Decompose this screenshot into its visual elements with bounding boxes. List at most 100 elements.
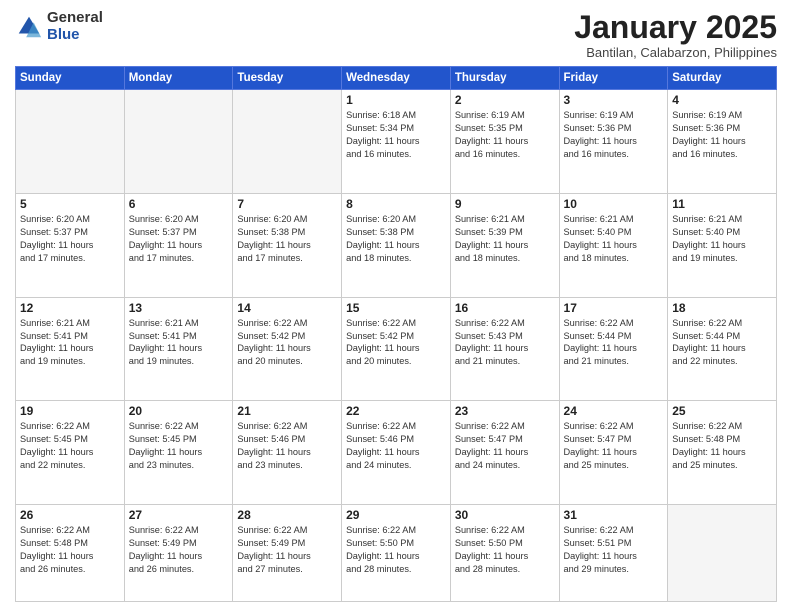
table-row: 29 Sunrise: 6:22 AM Sunset: 5:50 PM Dayli…: [342, 505, 451, 602]
table-row: 13 Sunrise: 6:21 AM Sunset: 5:41 PM Dayli…: [124, 297, 233, 401]
day-number: 15: [346, 301, 446, 315]
day-number: 24: [564, 404, 664, 418]
table-row: 30 Sunrise: 6:22 AM Sunset: 5:50 PM Dayli…: [450, 505, 559, 602]
day-info: Sunrise: 6:21 AM Sunset: 5:40 PM Dayligh…: [564, 213, 664, 265]
table-row: 7 Sunrise: 6:20 AM Sunset: 5:38 PM Daylig…: [233, 193, 342, 297]
table-row: 4 Sunrise: 6:19 AM Sunset: 5:36 PM Daylig…: [668, 90, 777, 194]
day-info: Sunrise: 6:22 AM Sunset: 5:48 PM Dayligh…: [20, 524, 120, 576]
table-row: 24 Sunrise: 6:22 AM Sunset: 5:47 PM Dayli…: [559, 401, 668, 505]
table-row: 25 Sunrise: 6:22 AM Sunset: 5:48 PM Dayli…: [668, 401, 777, 505]
table-row: 20Sunrise: 6:22 AM Sunset: 5:45 PM Dayli…: [124, 401, 233, 505]
day-info: Sunrise: 6:22 AM Sunset: 5:48 PM Dayligh…: [672, 420, 772, 472]
day-info: Sunrise: 6:22 AM Sunset: 5:45 PM Dayligh…: [129, 420, 229, 472]
table-row: 10 Sunrise: 6:21 AM Sunset: 5:40 PM Dayli…: [559, 193, 668, 297]
col-sunday: Sunday: [16, 67, 125, 90]
col-wednesday: Wednesday: [342, 67, 451, 90]
day-info: Sunrise: 6:22 AM Sunset: 5:50 PM Dayligh…: [346, 524, 446, 576]
table-row: 22Sunrise: 6:22 AM Sunset: 5:46 PM Dayli…: [342, 401, 451, 505]
day-number: 9: [455, 197, 555, 211]
day-number: 1: [346, 93, 446, 107]
table-row: [124, 90, 233, 194]
day-info: Sunrise: 6:22 AM Sunset: 5:50 PM Dayligh…: [455, 524, 555, 576]
day-number: 4: [672, 93, 772, 107]
logo-general-text: General: [47, 10, 103, 27]
day-info: Sunrise: 6:21 AM Sunset: 5:41 PM Dayligh…: [129, 317, 229, 369]
table-row: 27 Sunrise: 6:22 AM Sunset: 5:49 PM Dayli…: [124, 505, 233, 602]
day-info: Sunrise: 6:22 AM Sunset: 5:42 PM Dayligh…: [237, 317, 337, 369]
day-number: 25: [672, 404, 772, 418]
table-row: 21Sunrise: 6:22 AM Sunset: 5:46 PM Dayli…: [233, 401, 342, 505]
day-number: 28: [237, 508, 337, 522]
table-row: 12Sunrise: 6:21 AM Sunset: 5:41 PM Dayli…: [16, 297, 125, 401]
day-info: Sunrise: 6:21 AM Sunset: 5:40 PM Dayligh…: [672, 213, 772, 265]
day-number: 11: [672, 197, 772, 211]
day-number: 3: [564, 93, 664, 107]
day-number: 10: [564, 197, 664, 211]
table-row: 16Sunrise: 6:22 AM Sunset: 5:43 PM Dayli…: [450, 297, 559, 401]
day-number: 31: [564, 508, 664, 522]
day-number: 26: [20, 508, 120, 522]
day-number: 30: [455, 508, 555, 522]
day-number: 19: [20, 404, 120, 418]
day-info: Sunrise: 6:19 AM Sunset: 5:36 PM Dayligh…: [564, 109, 664, 161]
day-number: 27: [129, 508, 229, 522]
logo-blue-text: Blue: [47, 27, 103, 44]
table-row: 14 Sunrise: 6:22 AM Sunset: 5:42 PM Dayli…: [233, 297, 342, 401]
day-info: Sunrise: 6:20 AM Sunset: 5:38 PM Dayligh…: [237, 213, 337, 265]
table-row: 23Sunrise: 6:22 AM Sunset: 5:47 PM Dayli…: [450, 401, 559, 505]
col-monday: Monday: [124, 67, 233, 90]
day-info: Sunrise: 6:22 AM Sunset: 5:46 PM Dayligh…: [346, 420, 446, 472]
logo-text: General Blue: [47, 10, 103, 43]
day-info: Sunrise: 6:19 AM Sunset: 5:36 PM Dayligh…: [672, 109, 772, 161]
location: Bantilan, Calabarzon, Philippines: [574, 45, 777, 60]
day-number: 14: [237, 301, 337, 315]
calendar-week-row: 19 Sunrise: 6:22 AM Sunset: 5:45 PM Dayli…: [16, 401, 777, 505]
day-info: Sunrise: 6:20 AM Sunset: 5:38 PM Dayligh…: [346, 213, 446, 265]
col-thursday: Thursday: [450, 67, 559, 90]
day-info: Sunrise: 6:22 AM Sunset: 5:42 PM Dayligh…: [346, 317, 446, 369]
calendar-table: Sunday Monday Tuesday Wednesday Thursday…: [15, 66, 777, 602]
table-row: 8Sunrise: 6:20 AM Sunset: 5:38 PM Daylig…: [342, 193, 451, 297]
calendar-week-row: 26 Sunrise: 6:22 AM Sunset: 5:48 PM Dayli…: [16, 505, 777, 602]
col-friday: Friday: [559, 67, 668, 90]
day-info: Sunrise: 6:19 AM Sunset: 5:35 PM Dayligh…: [455, 109, 555, 161]
logo-icon: [15, 13, 43, 41]
day-number: 29: [346, 508, 446, 522]
day-info: Sunrise: 6:22 AM Sunset: 5:45 PM Dayligh…: [20, 420, 120, 472]
table-row: 15 Sunrise: 6:22 AM Sunset: 5:42 PM Dayli…: [342, 297, 451, 401]
day-info: Sunrise: 6:22 AM Sunset: 5:49 PM Dayligh…: [237, 524, 337, 576]
calendar-week-row: 5 Sunrise: 6:20 AM Sunset: 5:37 PM Daylig…: [16, 193, 777, 297]
table-row: 6 Sunrise: 6:20 AM Sunset: 5:37 PM Daylig…: [124, 193, 233, 297]
day-info: Sunrise: 6:22 AM Sunset: 5:49 PM Dayligh…: [129, 524, 229, 576]
table-row: 17Sunrise: 6:22 AM Sunset: 5:44 PM Dayli…: [559, 297, 668, 401]
day-number: 13: [129, 301, 229, 315]
day-info: Sunrise: 6:22 AM Sunset: 5:44 PM Dayligh…: [564, 317, 664, 369]
col-tuesday: Tuesday: [233, 67, 342, 90]
col-saturday: Saturday: [668, 67, 777, 90]
table-row: [668, 505, 777, 602]
table-row: 28 Sunrise: 6:22 AM Sunset: 5:49 PM Dayli…: [233, 505, 342, 602]
day-info: Sunrise: 6:22 AM Sunset: 5:47 PM Dayligh…: [455, 420, 555, 472]
day-number: 6: [129, 197, 229, 211]
day-number: 21: [237, 404, 337, 418]
month-title: January 2025: [574, 10, 777, 45]
table-row: 1 Sunrise: 6:18 AM Sunset: 5:34 PM Daylig…: [342, 90, 451, 194]
day-number: 18: [672, 301, 772, 315]
day-info: Sunrise: 6:22 AM Sunset: 5:44 PM Dayligh…: [672, 317, 772, 369]
table-row: 19 Sunrise: 6:22 AM Sunset: 5:45 PM Dayli…: [16, 401, 125, 505]
table-row: [233, 90, 342, 194]
page: General Blue January 2025 Bantilan, Cala…: [0, 0, 792, 612]
table-row: [16, 90, 125, 194]
day-number: 7: [237, 197, 337, 211]
day-info: Sunrise: 6:18 AM Sunset: 5:34 PM Dayligh…: [346, 109, 446, 161]
table-row: 3 Sunrise: 6:19 AM Sunset: 5:36 PM Daylig…: [559, 90, 668, 194]
day-number: 5: [20, 197, 120, 211]
table-row: 5Sunrise: 6:20 AM Sunset: 5:37 PM Daylig…: [16, 193, 125, 297]
table-row: 11 Sunrise: 6:21 AM Sunset: 5:40 PM Dayli…: [668, 193, 777, 297]
day-number: 2: [455, 93, 555, 107]
table-row: 9Sunrise: 6:21 AM Sunset: 5:39 PM Daylig…: [450, 193, 559, 297]
day-info: Sunrise: 6:22 AM Sunset: 5:47 PM Dayligh…: [564, 420, 664, 472]
day-info: Sunrise: 6:20 AM Sunset: 5:37 PM Dayligh…: [129, 213, 229, 265]
calendar-week-row: 12Sunrise: 6:21 AM Sunset: 5:41 PM Dayli…: [16, 297, 777, 401]
day-info: Sunrise: 6:22 AM Sunset: 5:51 PM Dayligh…: [564, 524, 664, 576]
